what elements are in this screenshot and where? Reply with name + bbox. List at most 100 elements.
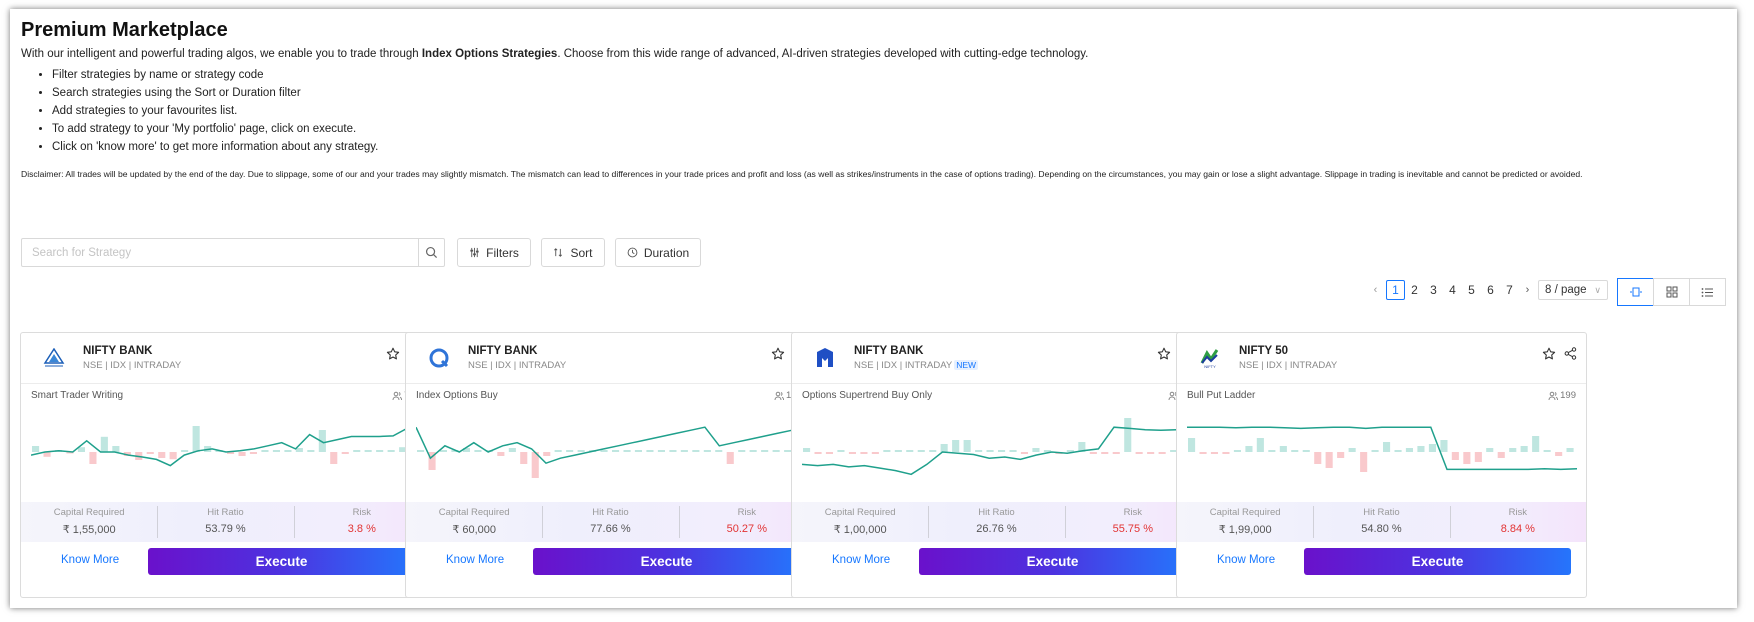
page-size-select[interactable]: 8 / page ∨ [1538,280,1608,300]
chevron-down-icon: ∨ [1594,285,1601,295]
pnl-bar [100,436,108,452]
stats-row: Capital Required ₹ 60,000 Hit Ratio 77.6… [406,502,815,542]
pnl-bar [1383,442,1391,452]
pnl-bar [940,444,948,452]
pnl-bar [623,450,631,452]
search-icon [425,246,438,259]
share-button[interactable] [1564,347,1577,365]
search-button[interactable] [418,239,444,266]
pnl-bar [1188,438,1196,452]
favourite-button[interactable] [386,347,400,366]
favourite-button[interactable] [1157,347,1171,366]
pnl-bar [837,450,845,452]
pnl-bar [1256,438,1264,452]
pnl-bar [577,450,585,452]
know-more-link[interactable]: Know More [832,554,890,566]
pnl-bar [261,450,269,452]
pnl-bar [89,452,97,464]
pnl-bar [1555,452,1563,456]
pnl-bar [929,450,937,452]
page-6[interactable]: 6 [1481,280,1500,300]
search-input[interactable] [22,239,418,266]
list-view-icon [1701,287,1713,297]
pnl-bar [1371,450,1379,452]
performance-sparkline [416,426,806,478]
pnl-bar [1245,446,1253,452]
instrument-sub: NSE | IDX | INTRADAY [468,360,566,371]
view-grid-button[interactable] [1653,278,1690,306]
pnl-bar [272,450,280,452]
favourite-button[interactable] [1542,347,1556,366]
risk-label: Risk [1508,507,1528,518]
pnl-bar [1451,452,1459,460]
pnl-bar [772,450,780,452]
know-more-link[interactable]: Know More [446,554,504,566]
pnl-bar [906,450,914,452]
pnl-bar [692,450,700,452]
broker-logo [426,345,452,371]
sort-button[interactable]: Sort [541,238,605,267]
clock-icon [627,247,638,258]
page-7[interactable]: 7 [1500,280,1519,300]
execute-button[interactable]: Execute [148,548,415,575]
page-5[interactable]: 5 [1462,280,1481,300]
card-divider [1177,383,1586,384]
filter-sliders-icon [470,247,479,258]
equity-curve [416,426,806,465]
instrument-sub: NSE | IDX | INTRADAY [83,360,181,371]
pnl-bar [963,440,971,452]
capital-label: Capital Required [438,507,510,518]
instrument-name: NIFTY BANK [854,345,924,357]
pnl-bar [871,452,879,454]
pnl-bar [749,450,757,452]
hit-ratio-value: 53.79 % [205,523,246,535]
star-icon [771,347,785,360]
pnl-bar [1302,450,1310,452]
pnl-bar [376,450,384,452]
page-3[interactable]: 3 [1424,280,1443,300]
pnl-bar [1337,452,1345,458]
duration-label: Duration [643,245,690,260]
pnl-bar [158,452,166,458]
pnl-bar [1417,446,1425,452]
pnl-bar [669,450,677,452]
strategy-name: Bull Put Ladder [1187,390,1256,401]
next-page-button[interactable]: › [1518,280,1537,300]
know-more-link[interactable]: Know More [1217,554,1275,566]
page-2[interactable]: 2 [1405,280,1424,300]
star-icon [386,347,400,360]
pnl-bar [917,450,925,452]
view-carousel-button[interactable] [1617,278,1654,306]
page-size-value: 8 / page [1545,284,1587,296]
pnl-bar [600,450,608,452]
execute-button[interactable]: Execute [1304,548,1571,575]
instruction-item: Add strategies to your favourites list. [52,105,378,118]
strategy-card: NIFTY BANK NSE | IDX | INTRADAY Smart Tr… [20,332,431,598]
pnl-bar [1532,436,1540,452]
intro-pre: With our intelligent and powerful tradin… [21,48,422,60]
hit-ratio-label: Hit Ratio [1363,507,1400,518]
know-more-link[interactable]: Know More [61,554,119,566]
pnl-bar [1222,452,1230,454]
strategy-name: Index Options Buy [416,390,498,401]
duration-button[interactable]: Duration [615,238,701,267]
execute-button[interactable]: Execute [533,548,800,575]
instrument-details: NSE | IDX | INTRADAY [83,360,182,371]
pnl-bar [1474,452,1482,462]
strategy-card: NIFTY BANK NSE | IDX | INTRADAY NEW Optio… [791,332,1202,598]
hit-ratio-value: 54.80 % [1361,523,1402,535]
filters-button[interactable]: Filters [457,238,531,267]
capital-stat: Capital Required ₹ 1,99,000 [1177,502,1313,542]
execute-button[interactable]: Execute [919,548,1186,575]
prev-page-button[interactable]: ‹ [1366,280,1385,300]
page-1[interactable]: 1 [1386,280,1405,300]
pnl-bar [284,450,292,452]
sort-label: Sort [570,245,593,260]
favourite-button[interactable] [771,347,785,366]
capital-label: Capital Required [53,507,125,518]
view-list-button[interactable] [1689,278,1726,306]
page-4[interactable]: 4 [1443,280,1462,300]
pnl-bar [646,450,654,452]
card-divider [406,383,815,384]
pnl-bar [738,450,746,452]
